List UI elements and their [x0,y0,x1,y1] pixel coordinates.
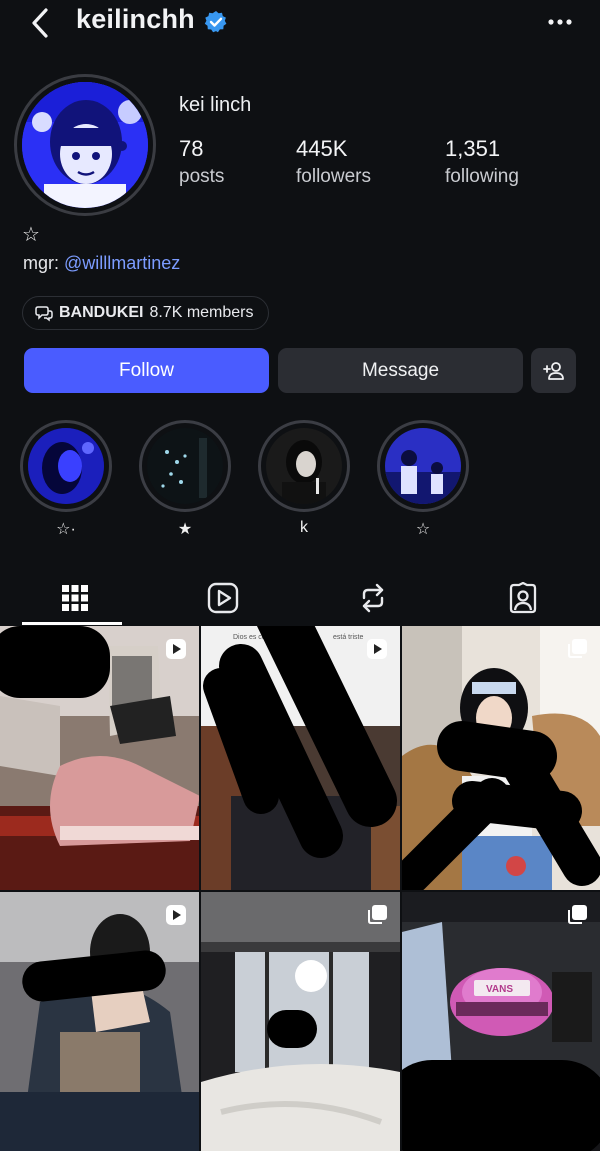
grid-icon [62,585,88,611]
chat-bubbles-icon [35,306,53,322]
community-members: 8.7K members [149,304,254,321]
highlight-cover [147,428,223,504]
follow-button[interactable]: Follow [24,348,269,393]
reels-icon [207,582,239,614]
stat-value: 445K [296,136,348,161]
verified-badge-icon [204,11,227,33]
redaction-mark [267,1010,317,1048]
story-highlight[interactable] [258,420,350,512]
redaction-mark [402,1060,600,1151]
highlight-label: ☆ [415,521,431,538]
message-button[interactable]: Message [278,348,523,393]
community-pill[interactable]: BANDUKEI 8.7K members [22,296,269,330]
carousel-icon [368,905,387,924]
add-user-button[interactable] [531,348,576,393]
highlight-label: ☆· [56,521,76,538]
cap-logo-text: VANS [486,984,514,995]
repost-icon [362,583,384,613]
story-highlight[interactable] [139,420,231,512]
display-name: kei linch [179,94,252,116]
stat-label: posts [179,166,225,187]
highlight-cover [385,428,461,504]
reel-play-icon [166,905,186,925]
stat-label: following [445,166,519,187]
profile-tabs [0,570,600,626]
stat-following[interactable]: 1,351 following [445,136,519,188]
tab-grid[interactable] [0,570,150,626]
more-dots-icon[interactable] [546,12,574,32]
tab-reposts[interactable] [298,570,448,626]
community-name: BANDUKEI [59,304,144,321]
bio-star: ☆ [22,224,40,246]
story-highlight[interactable] [20,420,112,512]
post-thumbnail[interactable] [0,892,199,1151]
chevron-left-icon[interactable] [28,6,54,40]
tagged-person-icon [509,582,537,614]
post-thumbnail[interactable]: Dios es con está triste [201,626,400,890]
stat-followers[interactable]: 445K followers [296,136,371,188]
bio-manager-prefix: mgr: [23,253,65,273]
active-tab-indicator [22,622,122,625]
highlight-label: ★ [177,521,193,538]
stat-value: 1,351 [445,136,501,161]
tab-reels[interactable] [148,570,298,626]
highlight-cover [266,428,342,504]
stat-posts[interactable]: 78 posts [179,136,224,188]
redaction-scribble [203,626,397,858]
add-user-icon [542,361,564,380]
carousel-icon [568,905,587,924]
highlight-label: k [300,519,308,536]
post-thumbnail[interactable] [0,626,199,890]
tab-tagged[interactable] [448,570,598,626]
stat-label: followers [296,166,371,187]
stat-value: 78 [179,136,204,161]
posts-grid: Dios es con está triste VANS [0,626,600,1151]
reel-play-icon [166,639,186,659]
top-bar: keilinchh [0,0,600,46]
bio-manager-line: mgr: @willlmartinez [23,253,180,274]
post-thumbnail[interactable] [402,626,600,890]
post-thumbnail[interactable] [201,892,400,1151]
redaction-scribble [402,721,600,890]
avatar[interactable] [22,82,148,208]
highlight-cover [28,428,104,504]
story-highlight[interactable] [377,420,469,512]
post-thumbnail[interactable]: VANS [402,892,600,1151]
profile-username: keilinchh [76,4,195,34]
manager-handle-link[interactable]: @willlmartinez [64,253,180,273]
redaction-mark [0,626,110,698]
